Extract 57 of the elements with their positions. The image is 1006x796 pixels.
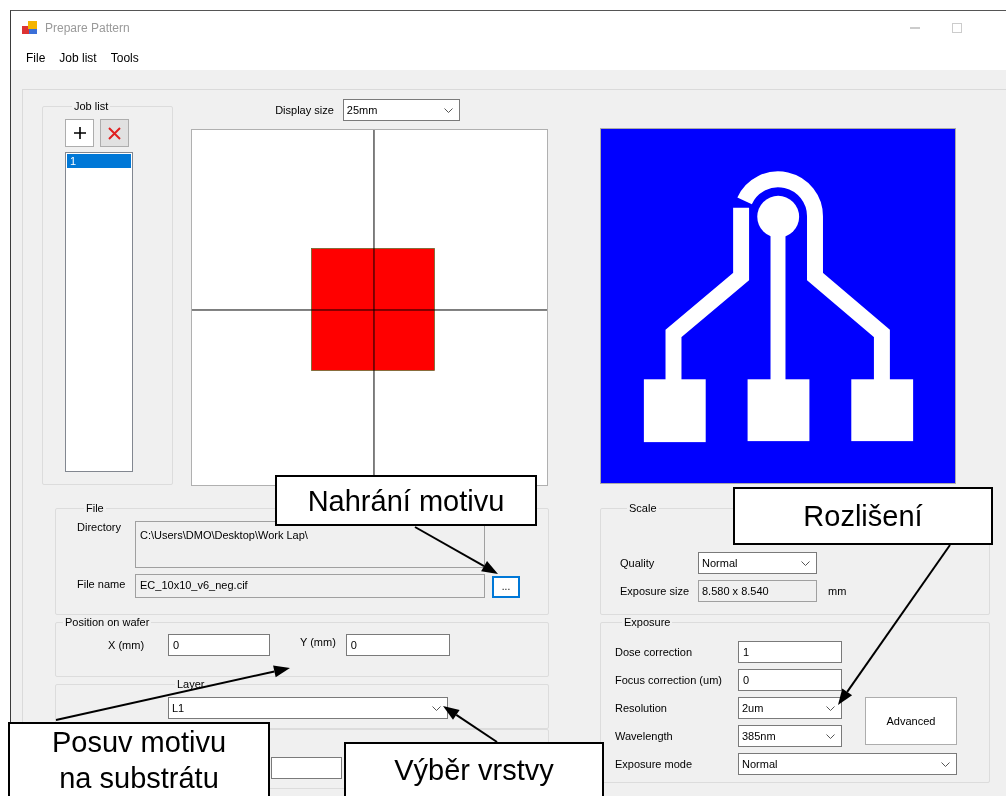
x-field[interactable]: 0 [168,634,270,656]
caret-icon [432,705,441,711]
quality-dropdown[interactable]: Normal [698,552,817,574]
job-listbox[interactable]: 1 [65,152,133,472]
field-label: Exposure size [620,583,691,599]
caret-icon [826,733,835,739]
layer-dropdown[interactable]: L1 [168,697,448,719]
caret-icon [826,705,835,711]
menu-item[interactable]: Job list [52,46,104,69]
file-name-field[interactable]: EC_10x10_v6_neg.cif [135,574,485,598]
group-title: Scale [628,501,658,515]
input-field[interactable]: 0 [738,669,842,691]
field-label: File name [77,577,127,592]
callout-text: Nahrání motivu [307,483,505,519]
field-label: Quality [620,555,656,571]
callout-text: Rozlišení [803,499,923,534]
callout-text: Posuv motivu [51,725,227,760]
group-title: Position on wafer [64,615,151,629]
field-label: Display size [275,102,334,118]
browse-button[interactable]: ... [492,576,520,598]
display-size-dropdown[interactable]: 25mm [342,99,460,121]
advanced-button[interactable]: Advanced [865,697,957,745]
field-label: X (mm) [108,637,146,653]
field-label: Dose correction [615,644,694,660]
dropdown[interactable]: 2um [738,697,842,719]
delete-icon [108,126,121,140]
field-label: Focus correction (um) [615,672,723,688]
group-title: File [85,501,105,515]
callout-text: Výběr vrstvy [394,753,554,788]
menu-item[interactable]: Tools [103,46,146,69]
dropdown[interactable]: 385nm [738,725,842,747]
field-label: Exposure mode [615,756,694,772]
caret-icon [941,761,950,767]
group-title: Layer [176,677,206,691]
plus-icon [73,127,86,139]
list-item[interactable]: 1 [67,154,131,168]
delete-button[interactable] [100,119,129,147]
app-icon [22,21,38,35]
dropdown[interactable]: Normal [738,753,957,775]
exposure-size-field: 8.580 x 8.540 [698,580,817,602]
directory-field[interactable]: C:\Users\DMO\Desktop\Work Lap\ [135,521,485,568]
callout-text: na substrátu [59,761,219,796]
field-label: Y (mm) [300,634,336,650]
field-label: Directory [77,520,122,535]
input-field[interactable] [271,757,342,779]
window-title: Prepare Pattern [45,20,130,37]
group-title: Exposure [623,615,672,629]
caret-icon [801,560,810,566]
group-title: Job list [73,99,110,113]
caret-icon [443,107,453,113]
input-field[interactable]: 1 [738,641,842,663]
field-label: mm [828,583,847,599]
y-field[interactable]: 0 [345,634,450,656]
menu-item[interactable]: File [19,46,53,69]
add-button[interactable] [65,119,94,147]
field-label: Resolution [615,700,668,716]
field-label: Wavelength [615,728,674,744]
